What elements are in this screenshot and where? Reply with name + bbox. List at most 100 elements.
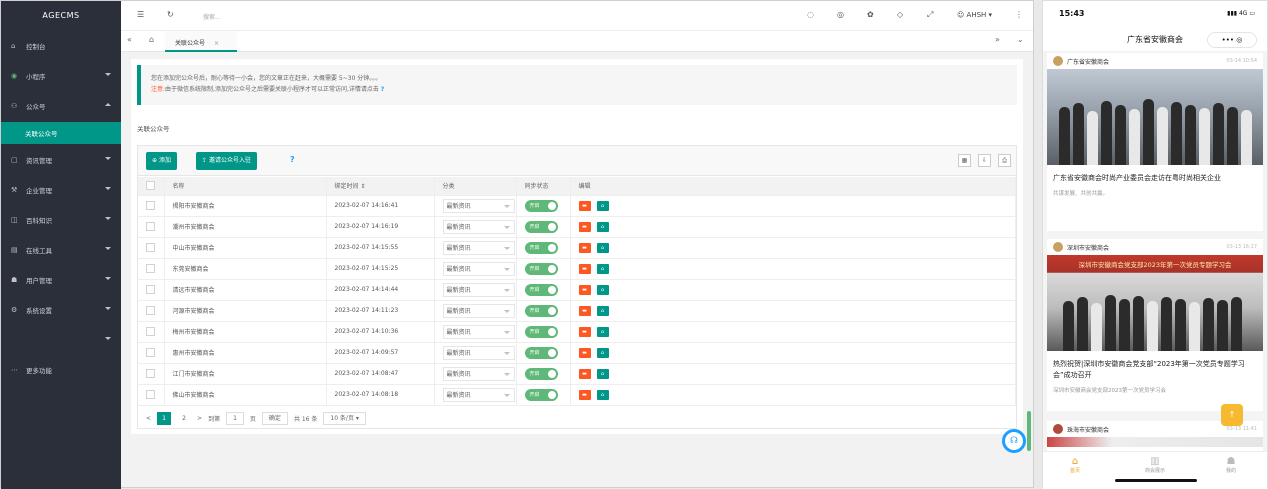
more-vertical-icon[interactable]: ⋮ <box>1015 10 1023 19</box>
close-icon[interactable]: × <box>214 40 219 47</box>
scrollbar[interactable] <box>1027 411 1031 451</box>
next-page-button[interactable]: > <box>197 415 202 422</box>
sidebar-item[interactable] <box>1 325 121 355</box>
sidebar-item[interactable]: ▢ 资讯管理 <box>1 145 121 175</box>
customer-service-icon[interactable]: ☊ <box>1002 429 1026 453</box>
tag-icon[interactable]: ◇ <box>897 10 903 19</box>
tab-home[interactable]: ⌂ 首页 <box>1045 456 1105 474</box>
home-icon[interactable]: ⌂ <box>596 242 609 253</box>
sync-toggle[interactable]: 开启 <box>524 262 558 275</box>
palette-icon[interactable]: ✿ <box>867 10 874 19</box>
category-select[interactable]: 最新资讯 <box>442 219 515 234</box>
back-to-top-button[interactable]: ↑ <box>1221 404 1243 426</box>
user-menu[interactable]: ☺ AHSH ▾ <box>957 11 992 19</box>
row-checkbox[interactable] <box>146 285 155 294</box>
sync-toggle[interactable]: 开启 <box>524 241 558 254</box>
sidebar-item[interactable]: ☗ 用户管理 <box>1 265 121 295</box>
page-size-select[interactable]: 10 条/页 ▾ <box>323 412 366 425</box>
confirm-button[interactable]: 确定 <box>261 412 288 425</box>
sidebar-item[interactable]: ◉ 小程序 <box>1 61 121 91</box>
category-select[interactable]: 最新资讯 <box>442 261 515 276</box>
search-input[interactable]: 搜索... <box>203 12 221 21</box>
delete-icon[interactable]: ▬ <box>578 389 591 400</box>
home-icon[interactable]: ⌂ <box>596 305 609 316</box>
delete-icon[interactable]: ▬ <box>578 347 591 358</box>
category-select[interactable]: 最新资讯 <box>442 303 515 318</box>
sidebar-item[interactable]: ◫ 百科知识 <box>1 205 121 235</box>
export-icon[interactable]: ⇩ <box>978 154 991 167</box>
columns-icon[interactable]: ▦ <box>958 154 971 167</box>
tab-mine[interactable]: ☗ 我的 <box>1201 456 1261 474</box>
bell-icon[interactable]: ◌ <box>807 10 814 19</box>
sidebar-item[interactable]: ⚙ 系统设置 <box>1 295 121 325</box>
row-checkbox[interactable] <box>146 201 155 210</box>
delete-icon[interactable]: ▬ <box>578 200 591 211</box>
home-icon[interactable]: ⌂ <box>596 200 609 211</box>
category-select[interactable]: 最新资讯 <box>442 366 515 381</box>
sync-toggle[interactable]: 开启 <box>524 388 558 401</box>
sidebar-item[interactable]: ⚇ 公众号 <box>1 91 121 121</box>
row-select-cell[interactable] <box>138 363 165 385</box>
sidebar-item[interactable]: ⌂ 控制台 <box>1 31 121 61</box>
category-select[interactable]: 最新资讯 <box>442 240 515 255</box>
row-checkbox[interactable] <box>146 306 155 315</box>
sync-toggle[interactable]: 开启 <box>524 325 558 338</box>
row-select-cell[interactable] <box>138 216 165 238</box>
tab-home-icon[interactable]: ⌂ <box>149 35 154 44</box>
row-select-cell[interactable] <box>138 258 165 280</box>
row-checkbox[interactable] <box>146 348 155 357</box>
row-checkbox[interactable] <box>146 264 155 273</box>
tab-chamber[interactable]: ▥ 商会展示 <box>1125 456 1185 474</box>
row-select-cell[interactable] <box>138 384 165 406</box>
select-all-checkbox[interactable] <box>146 181 155 191</box>
row-select-cell[interactable] <box>138 237 165 259</box>
help-icon[interactable]: ? <box>381 86 384 93</box>
refresh-icon[interactable]: ↻ <box>167 10 174 19</box>
tab-linked-accounts[interactable]: 关联公众号 × <box>165 31 237 52</box>
sort-icon[interactable]: ⇕ <box>360 183 365 190</box>
delete-icon[interactable]: ▬ <box>578 326 591 337</box>
tabs-right-icon[interactable]: » <box>995 35 1000 44</box>
category-select[interactable]: 最新资讯 <box>442 198 515 213</box>
delete-icon[interactable]: ▬ <box>578 263 591 274</box>
sidebar-item[interactable]: ⋯ 更多功能 <box>1 355 121 385</box>
sync-toggle[interactable]: 开启 <box>524 367 558 380</box>
news-card[interactable]: 深圳市安徽商会 03-13 16:17 深圳市安徽商会党支部2023年第一次党员专… <box>1047 239 1263 411</box>
add-button[interactable]: ⊕ 添加 <box>146 152 177 170</box>
row-select-cell[interactable] <box>138 195 165 217</box>
row-select-cell[interactable] <box>138 321 165 343</box>
delete-icon[interactable]: ▬ <box>578 305 591 316</box>
category-select[interactable]: 最新资讯 <box>442 282 515 297</box>
delete-icon[interactable]: ▬ <box>578 242 591 253</box>
delete-icon[interactable]: ▬ <box>578 221 591 232</box>
theme-icon[interactable]: ◎ <box>837 10 844 19</box>
sync-toggle[interactable]: 开启 <box>524 283 558 296</box>
prev-page-button[interactable]: < <box>146 415 151 422</box>
home-icon[interactable]: ⌂ <box>596 221 609 232</box>
home-icon[interactable]: ⌂ <box>596 347 609 358</box>
home-icon[interactable]: ⌂ <box>596 284 609 295</box>
home-icon[interactable]: ⌂ <box>596 326 609 337</box>
capsule-menu-button[interactable]: ••• ◎ <box>1207 32 1257 48</box>
sidebar-item[interactable]: ▤ 在线工具 <box>1 235 121 265</box>
sync-toggle[interactable]: 开启 <box>524 199 558 212</box>
sidebar-item[interactable]: ⚒ 企业管理 <box>1 175 121 205</box>
row-checkbox[interactable] <box>146 390 155 399</box>
page-2-button[interactable]: 2 <box>177 412 191 425</box>
row-checkbox[interactable] <box>146 369 155 378</box>
invite-button[interactable]: ⇪ 邀请公众号入驻 <box>196 152 257 170</box>
menu-toggle-icon[interactable]: ☰ <box>137 10 144 19</box>
print-icon[interactable]: ⎙ <box>998 154 1011 167</box>
sync-toggle[interactable]: 开启 <box>524 346 558 359</box>
help-icon[interactable]: ? <box>290 155 295 164</box>
home-icon[interactable]: ⌂ <box>596 389 609 400</box>
row-select-cell[interactable] <box>138 300 165 322</box>
tabs-left-icon[interactable]: « <box>127 35 132 44</box>
page-1-button[interactable]: 1 <box>157 412 172 425</box>
row-checkbox[interactable] <box>146 243 155 252</box>
category-select[interactable]: 最新资讯 <box>442 345 515 360</box>
home-icon[interactable]: ⌂ <box>596 368 609 379</box>
row-checkbox[interactable] <box>146 327 155 336</box>
sync-toggle[interactable]: 开启 <box>524 220 558 233</box>
delete-icon[interactable]: ▬ <box>578 284 591 295</box>
